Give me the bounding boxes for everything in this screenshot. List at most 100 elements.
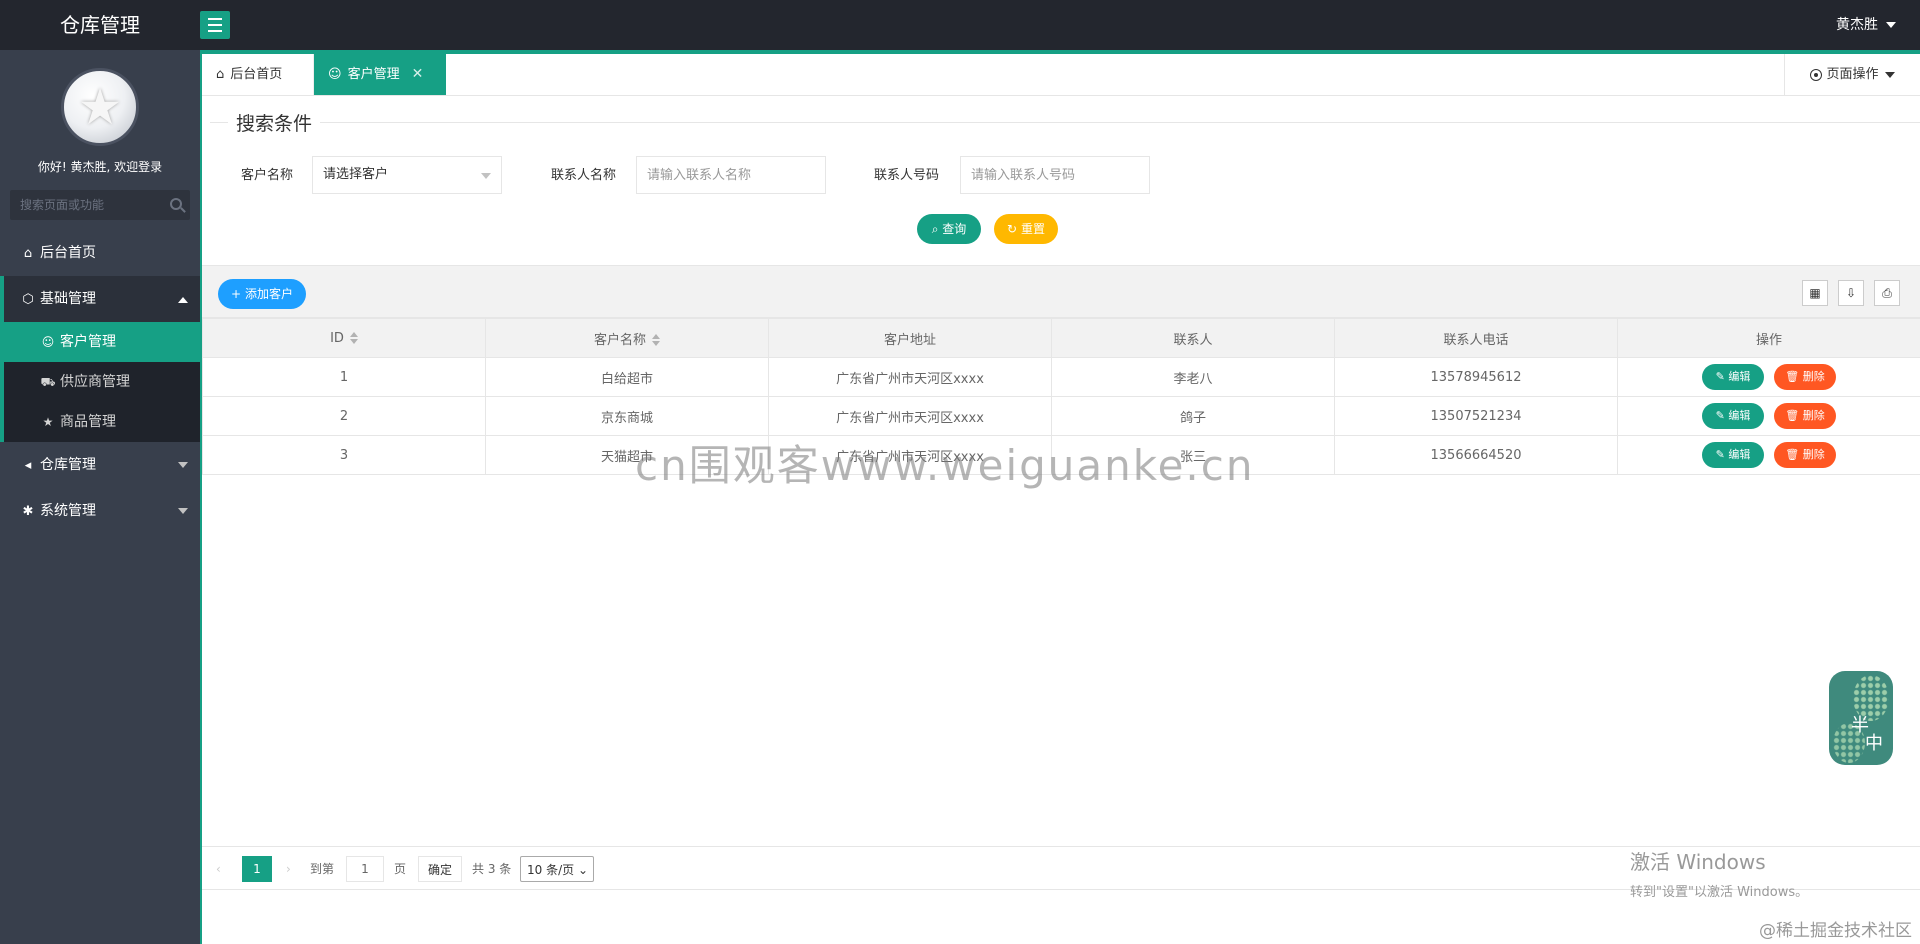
column-header-id[interactable]: ID	[202, 318, 486, 358]
next-page-icon[interactable]: ›	[286, 856, 291, 882]
sidebar: ★ 你好! 黄杰胜, 欢迎登录 ⌂后台首页 ⬡基础管理 ☺客户管理 ⛟供应商管理…	[0, 50, 200, 944]
customer-select[interactable]: 请选择客户	[312, 156, 502, 194]
tab-customers[interactable]: ☺ 客户管理 ✕	[314, 54, 446, 95]
table-header-row: ID 客户名称 客户地址 联系人 联系人电话 操作	[202, 318, 1920, 358]
goto-confirm-button[interactable]: 确定	[418, 856, 462, 882]
column-header-address: 客户地址	[768, 318, 1052, 358]
cell-address: 广东省广州市天河区xxxx	[768, 357, 1052, 397]
sidebar-item-customers[interactable]: ☺ 客户管理	[4, 322, 200, 362]
trash-icon: 🗑	[1785, 448, 1800, 461]
cube-icon: ⬡	[22, 292, 34, 307]
user-icon: ☺	[41, 335, 55, 349]
print-icon[interactable]: ⎙	[1874, 280, 1900, 306]
tab-home[interactable]: ⌂ 后台首页	[202, 54, 314, 95]
plus-icon: +	[231, 287, 242, 301]
user-icon: ☺	[328, 67, 342, 82]
radio-dot-icon	[1810, 68, 1823, 81]
refresh-icon: ↻	[1007, 222, 1018, 236]
edit-button[interactable]: ✎ 编辑	[1702, 364, 1764, 390]
cell-actions: ✎ 编辑 🗑 删除	[1617, 396, 1920, 436]
prev-page-icon[interactable]: ‹	[216, 856, 221, 882]
avatar[interactable]: ★	[61, 68, 139, 146]
page-operations-menu[interactable]: 页面操作	[1784, 54, 1920, 95]
columns-filter-icon[interactable]: ▦	[1802, 280, 1828, 306]
customer-name-label: 客户名称	[241, 168, 294, 183]
sidebar-search-input[interactable]	[10, 190, 160, 220]
gear-icon: ✱	[22, 504, 34, 519]
watermark-text: cn围观客www.weiguanke.cn	[635, 441, 1255, 490]
top-bar: 仓库管理 黄杰胜	[0, 0, 1920, 50]
sort-icon[interactable]	[652, 334, 660, 346]
delete-button[interactable]: 🗑 删除	[1774, 364, 1836, 390]
cell-phone: 13566664520	[1334, 435, 1618, 475]
sidebar-item-warehouse[interactable]: ◂ 仓库管理	[0, 442, 200, 488]
trash-icon: 🗑	[1785, 370, 1800, 383]
sidebar-item-system[interactable]: ✱ 系统管理	[0, 488, 200, 534]
reset-button[interactable]: ↻ 重置	[994, 214, 1058, 244]
query-button[interactable]: ⌕ 查询	[917, 214, 981, 244]
cell-phone: 13507521234	[1334, 396, 1618, 436]
search-icon: ⌕	[931, 222, 939, 236]
chevron-down-icon	[178, 442, 188, 488]
export-icon[interactable]: ⇩	[1838, 280, 1864, 306]
close-icon[interactable]: ✕	[412, 66, 424, 82]
sidebar-item-home[interactable]: ⌂ 后台首页	[0, 230, 200, 276]
windows-activation-notice: 激活 Windows 转到"设置"以激活 Windows。	[1630, 850, 1809, 900]
chevron-down-icon	[178, 488, 188, 534]
delete-button[interactable]: 🗑 删除	[1774, 403, 1836, 429]
pencil-icon: ✎	[1715, 370, 1725, 383]
chevron-down-icon: ⌄	[577, 863, 589, 877]
cell-address: 广东省广州市天河区xxxx	[768, 396, 1052, 436]
column-header-actions: 操作	[1617, 318, 1920, 358]
fieldset-border	[210, 122, 1920, 123]
goto-page-input[interactable]	[346, 856, 384, 882]
search-icon[interactable]	[170, 198, 182, 210]
customer-select-value: 请选择客户	[323, 167, 389, 182]
search-legend: 搜索条件	[228, 109, 321, 136]
cell-phone: 13578945612	[1334, 357, 1618, 397]
total-count: 共 3 条	[472, 862, 512, 876]
sidebar-item-basic[interactable]: ⬡ 基础管理	[0, 276, 200, 322]
user-menu[interactable]: 黄杰胜	[1836, 0, 1896, 50]
table-row: 1 白给超市 广东省广州市天河区xxxx 李老八 13578945612 ✎ 编…	[202, 357, 1920, 397]
welcome-text: 你好! 黄杰胜, 欢迎登录	[37, 160, 163, 174]
sidebar-search	[10, 190, 190, 220]
cell-actions: ✎ 编辑 🗑 删除	[1617, 435, 1920, 475]
home-icon: ⌂	[216, 67, 225, 82]
cell-contact: 鸽子	[1051, 396, 1335, 436]
column-header-contact: 联系人	[1051, 318, 1335, 358]
sidebar-item-goods[interactable]: ★ 商品管理	[4, 402, 200, 442]
page-number-current[interactable]: 1	[242, 856, 272, 882]
search-fieldset: 搜索条件 客户名称 请选择客户 联系人名称 联系人号码 ⌕ 查询 ↻ 重置	[210, 109, 1920, 264]
floating-assistant-widget[interactable]: 半 中	[1829, 671, 1893, 765]
page-size-select[interactable]: 10 条/页 ⌄	[520, 856, 594, 882]
contact-phone-input[interactable]	[960, 156, 1150, 194]
customer-table-area: + 添加客户 ▦ ⇩ ⎙ ID 客户名称 客户地址 联系人 联系人电话 操作 1…	[202, 265, 1920, 845]
cart-icon: ⛟	[40, 375, 56, 389]
sort-icon[interactable]	[349, 332, 358, 344]
edit-button[interactable]: ✎ 编辑	[1702, 442, 1764, 468]
app-title: 仓库管理	[60, 13, 140, 37]
sidebar-item-suppliers[interactable]: ⛟ 供应商管理	[4, 362, 200, 402]
home-icon: ⌂	[23, 246, 33, 261]
chevron-down-icon	[1886, 22, 1896, 28]
edit-button[interactable]: ✎ 编辑	[1702, 403, 1764, 429]
page-unit-label: 页	[394, 862, 407, 876]
tab-bar: ⌂ 后台首页 ☺ 客户管理 ✕ 页面操作	[202, 50, 1920, 96]
delete-button[interactable]: 🗑 删除	[1774, 442, 1836, 468]
star-avatar-icon: ★	[77, 78, 123, 136]
hamburger-icon	[208, 18, 222, 20]
goto-label: 到第	[310, 862, 335, 876]
cell-id: 2	[202, 396, 486, 436]
add-customer-button[interactable]: + 添加客户	[218, 279, 306, 309]
cell-name: 白给超市	[485, 357, 769, 397]
column-header-name[interactable]: 客户名称	[485, 318, 769, 358]
speaker-icon: ◂	[24, 458, 32, 473]
user-name: 黄杰胜	[1836, 17, 1878, 33]
cell-id: 1	[202, 357, 486, 397]
contact-name-input[interactable]	[636, 156, 826, 194]
contact-name-label: 联系人名称	[551, 168, 617, 183]
chevron-up-icon	[178, 276, 188, 322]
menu-toggle-button[interactable]	[200, 11, 230, 39]
table-row: 2 京东商城 广东省广州市天河区xxxx 鸽子 13507521234 ✎ 编辑…	[202, 396, 1920, 436]
